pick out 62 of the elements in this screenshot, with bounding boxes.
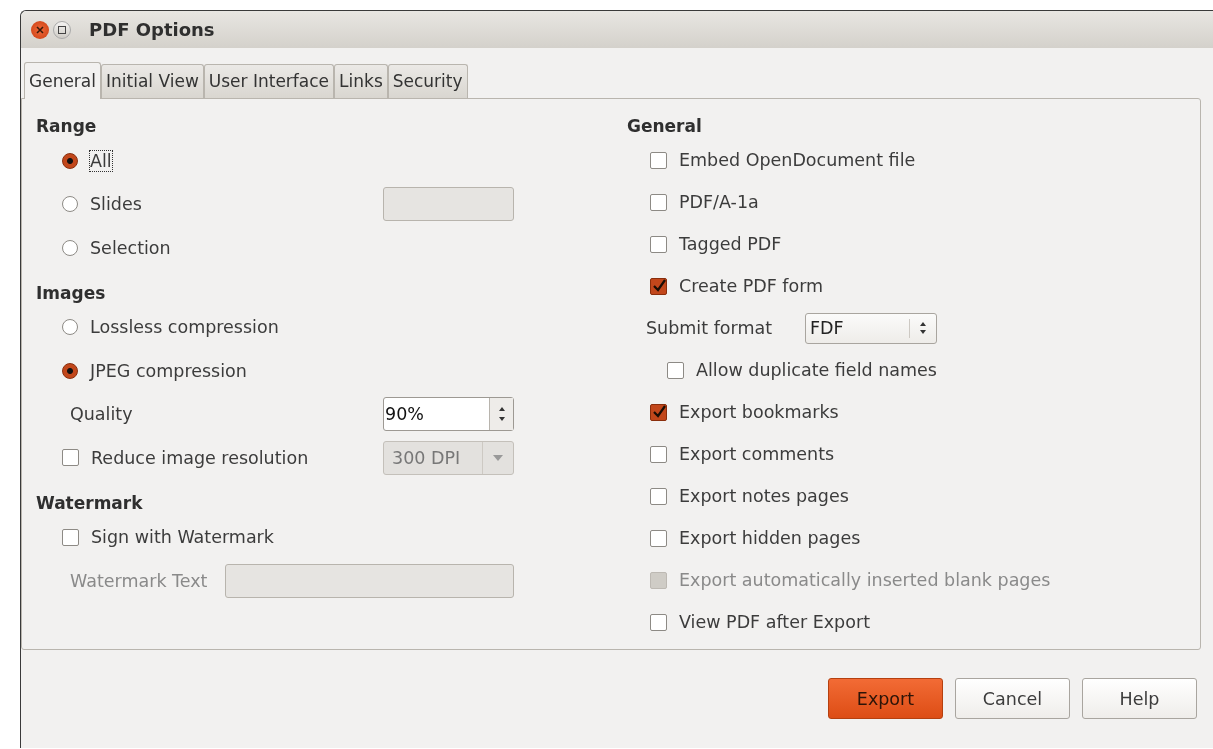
checkbox-label: Tagged PDF [679, 234, 782, 254]
checkbox-label: View PDF after Export [679, 612, 870, 632]
radio-label: Lossless compression [90, 317, 279, 338]
field-label: Watermark Text [70, 570, 208, 591]
section-heading: Watermark [36, 491, 144, 515]
tab[interactable]: Links [334, 64, 388, 98]
section-heading: Images [36, 281, 107, 305]
radio-button[interactable] [62, 319, 78, 336]
tab[interactable]: Security [387, 64, 468, 98]
checkbox[interactable] [62, 528, 79, 546]
checkbox-label: Export automatically inserted blank pages [679, 570, 1051, 590]
checkmark-icon [651, 279, 666, 293]
radio-label: Selection [90, 237, 171, 258]
dialog-button[interactable]: Help [1082, 678, 1197, 719]
tab[interactable]: General [24, 62, 101, 99]
section-heading: General [627, 115, 703, 138]
checkmark-icon [651, 405, 666, 419]
checkbox-label: Export comments [679, 444, 835, 464]
checkbox[interactable] [650, 193, 667, 211]
dropdown[interactable]: FDF [805, 312, 938, 344]
up-down-arrows-icon [496, 406, 507, 423]
tab[interactable]: User Interface [203, 64, 335, 98]
checkbox-label: Reduce image resolution [91, 447, 309, 468]
checkbox-label: Sign with Watermark [91, 527, 274, 548]
checkbox[interactable] [667, 361, 684, 379]
spin-field[interactable]: 90% [383, 397, 514, 432]
checkbox[interactable] [650, 235, 667, 253]
section-heading: Range [36, 115, 98, 138]
checkbox[interactable] [62, 449, 79, 467]
checkbox-label: Export bookmarks [679, 402, 839, 422]
radio-label: Slides [90, 194, 142, 215]
radio-button[interactable] [62, 239, 78, 256]
checkbox-label: PDF/A-1a [679, 192, 759, 212]
radio-button[interactable] [62, 196, 78, 213]
field-label: Quality [70, 404, 133, 425]
checkbox-label: Allow duplicate field names [696, 360, 937, 380]
radio-label: JPEG compression [90, 360, 247, 381]
checkbox[interactable] [650, 613, 667, 631]
checkbox-label: Export hidden pages [679, 528, 861, 548]
radio-label: All [90, 150, 112, 171]
checkbox[interactable] [650, 151, 667, 169]
maximize-icon [58, 25, 66, 34]
checkbox-label: Embed OpenDocument file [679, 150, 916, 170]
window-title: PDF Options [89, 19, 215, 40]
maximize-button[interactable] [53, 20, 71, 39]
close-icon [36, 25, 44, 34]
checkbox[interactable] [650, 529, 667, 547]
up-down-arrows-icon [918, 320, 929, 336]
dropdown-arrow-icon [493, 454, 503, 461]
dialog-button[interactable]: Export [828, 678, 943, 719]
checkbox[interactable] [650, 445, 667, 463]
tab[interactable]: Initial View [101, 64, 204, 98]
field-label: Submit format [646, 318, 773, 338]
checkbox-label: Export notes pages [679, 486, 849, 506]
checkbox[interactable] [650, 277, 667, 295]
dialog-button[interactable]: Cancel [955, 678, 1070, 719]
radio-button[interactable] [62, 362, 78, 379]
close-button[interactable] [31, 20, 49, 39]
checkbox[interactable] [650, 403, 667, 421]
checkbox[interactable] [650, 487, 667, 505]
radio-button[interactable] [62, 152, 78, 169]
checkbox-label: Create PDF form [679, 276, 824, 296]
